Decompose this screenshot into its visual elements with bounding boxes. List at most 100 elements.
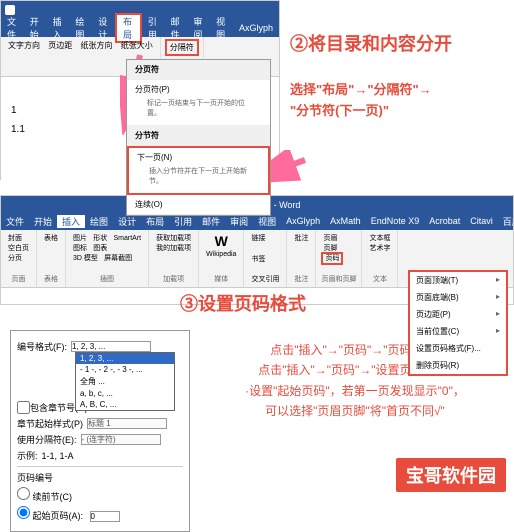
word-window-top: 文件 开始 插入 绘图 设计 布局 引用 邮件 审阅 视图 AxGlyph 文字…: [0, 0, 280, 180]
link-btn[interactable]: 链接: [249, 234, 267, 243]
icons-btn[interactable]: 图标: [71, 244, 89, 253]
wikipedia-btn[interactable]: Wikipedia: [204, 250, 238, 259]
example-row: 示例: 1-1, 1-A: [17, 449, 183, 462]
get-addins-btn[interactable]: 获取加载项: [154, 234, 193, 243]
document-numbering: 1 1.1: [1, 77, 91, 197]
tab2-review[interactable]: 审阅: [225, 215, 253, 228]
text-direction-btn[interactable]: 文字方向: [5, 39, 43, 52]
page-break-item[interactable]: 分页符(P) 标记一页结束与下一页开始的位置。: [127, 80, 270, 126]
tab2-mail[interactable]: 邮件: [197, 215, 225, 228]
chart-btn[interactable]: 图表: [91, 244, 109, 253]
tab2-acrobat[interactable]: Acrobat: [424, 216, 465, 226]
blank-btn[interactable]: 空白页: [6, 244, 31, 253]
separator-row: 使用分隔符(E):: [17, 433, 183, 446]
cover-btn[interactable]: 封面: [6, 234, 24, 243]
page-bottom-item[interactable]: 页面底端(B)▸: [410, 289, 506, 306]
format-opt-2[interactable]: 全角 ...: [76, 375, 174, 388]
page-numbering-label: 页码编号: [17, 471, 183, 484]
ribbon-header-footer: 页眉 页脚 页码 页眉和页脚: [316, 230, 362, 287]
tab2-baidu[interactable]: 百度网盘: [498, 215, 513, 228]
tab2-home[interactable]: 开始: [29, 215, 57, 228]
comment-btn[interactable]: 批注: [292, 234, 310, 243]
format-opt-1[interactable]: - 1 -, - 2 -, - 3 -, ...: [76, 364, 174, 375]
tab-view[interactable]: 视图: [210, 15, 233, 41]
continue-radio[interactable]: [17, 487, 30, 500]
start-radio-label: 起始页码(A):: [33, 511, 84, 521]
bottom-line4: 可以选择"页眉页脚"将"首页不同√": [200, 401, 510, 421]
page-numbering-section: 页码编号 续前节(C) 起始页码(A):: [17, 466, 183, 522]
ribbon-addins: 获取加载项 我的加载项 加载项: [149, 230, 199, 287]
header-btn[interactable]: 页眉: [321, 234, 339, 243]
continuous-break-item[interactable]: 连续(O): [127, 195, 270, 215]
chapter-start-input: [87, 418, 167, 429]
ribbon-illustrations: 图片 形状 SmartArt 图标 图表 3D 模型 屏幕截图 插图: [66, 230, 149, 287]
section-page-breaks: 分页符: [127, 60, 270, 80]
ribbon-comments: 批注 批注: [287, 230, 316, 287]
tab2-axglyph[interactable]: AxGlyph: [281, 216, 325, 226]
next-page-break-item[interactable]: 下一页(N) 插入分节符并在下一页上开始新节。: [127, 146, 270, 195]
tab2-design[interactable]: 设计: [113, 215, 141, 228]
tab2-citavi[interactable]: Citavi: [465, 216, 498, 226]
margins-btn[interactable]: 页边距: [45, 39, 75, 52]
format-opt-4[interactable]: A, B, C, ...: [76, 399, 174, 410]
format-opt-0[interactable]: 1, 2, 3, ...: [76, 353, 174, 364]
separator-label: 使用分隔符(E):: [17, 433, 77, 446]
number-format-row: 编号格式(F): 1, 2, 3, ... - 1 -, - 2 -, - 3 …: [17, 340, 183, 353]
picture-btn[interactable]: 图片: [71, 234, 89, 243]
current-position-item[interactable]: 当前位置(C)▸: [410, 323, 506, 340]
chapter-start-label: 章节起始样式(P): [17, 417, 83, 430]
textbox-btn[interactable]: 文本框: [367, 234, 392, 243]
ribbon-links: 链接 书签 交叉引用: [244, 230, 287, 287]
bottom-line3: ·设置"起始页码"，若第一页发现显示"0"，: [200, 381, 510, 401]
chapter-start-row: 章节起始样式(P): [17, 417, 183, 430]
crossref-btn[interactable]: 交叉引用: [249, 275, 281, 284]
pagebreak-btn[interactable]: 分页: [6, 254, 24, 263]
menubar-top: 文件 开始 插入 绘图 设计 布局 引用 邮件 审阅 视图 AxGlyph: [1, 19, 279, 37]
screenshot-btn[interactable]: 屏幕截图: [102, 254, 134, 263]
start-page-input[interactable]: [90, 511, 120, 522]
include-chapter-checkbox[interactable]: [17, 401, 30, 414]
3d-btn[interactable]: 3D 模型: [71, 254, 100, 263]
orientation-btn[interactable]: 纸张方向: [77, 39, 115, 52]
my-addins-btn[interactable]: 我的加载项: [154, 244, 193, 253]
start-radio[interactable]: [17, 506, 30, 519]
page-number-btn[interactable]: 页码: [321, 252, 343, 265]
doc-number-1-1: 1.1: [11, 124, 81, 135]
format-opt-3[interactable]: a, b, c, ...: [76, 388, 174, 399]
shapes-btn[interactable]: 形状: [91, 234, 109, 243]
smartart-btn[interactable]: SmartArt: [111, 234, 143, 243]
tab2-layout[interactable]: 布局: [141, 215, 169, 228]
tab2-draw[interactable]: 绘图: [85, 215, 113, 228]
continue-radio-row: 续前节(C): [17, 487, 183, 503]
start-radio-row: 起始页码(A):: [17, 506, 183, 522]
word-icon: [5, 5, 15, 15]
tab2-references[interactable]: 引用: [169, 215, 197, 228]
number-format-label: 编号格式(F):: [17, 340, 67, 353]
section-breaks-header: 分节符: [127, 126, 270, 146]
remove-page-number-item[interactable]: 删除页码(R): [410, 357, 506, 374]
page-top-item[interactable]: 页面顶端(T)▸: [410, 272, 506, 289]
ribbon-media: W Wikipedia 媒体: [199, 230, 244, 287]
wikipedia-icon[interactable]: W: [204, 233, 238, 249]
logo-badge: 宝哥软件园: [394, 456, 508, 494]
page-margin-item[interactable]: 页边距(P)▸: [410, 306, 506, 323]
tab2-view[interactable]: 视图: [253, 215, 281, 228]
tab2-endnote[interactable]: EndNote X9: [366, 216, 425, 226]
ribbon-pages: 封面 空白页 分页 页面: [1, 230, 37, 287]
breaks-btn[interactable]: 分隔符: [165, 39, 199, 56]
annotation-step3-title: ③设置页码格式: [180, 290, 306, 316]
doc-number-1: 1: [11, 105, 81, 116]
continue-radio-label: 续前节(C): [33, 492, 73, 502]
format-page-number-item[interactable]: 设置页码格式(F)...: [410, 340, 506, 357]
bookmark-btn[interactable]: 书签: [249, 255, 267, 264]
number-format-select[interactable]: [71, 341, 151, 352]
tab-axglyph[interactable]: AxGlyph: [233, 23, 279, 33]
tab2-axmath[interactable]: AxMath: [325, 216, 366, 226]
annotation-step2-desc: 选择"布局"→"分隔符"→ "分节符(下一页)": [290, 80, 432, 122]
size-btn[interactable]: 纸张大小: [118, 39, 156, 52]
tab2-insert[interactable]: 插入: [57, 215, 85, 228]
example-value: 1-1, 1-A: [42, 451, 74, 461]
tab2-file[interactable]: 文件: [1, 215, 29, 228]
wordart-btn[interactable]: 艺术字: [367, 244, 392, 253]
table-btn[interactable]: 表格: [42, 234, 60, 243]
